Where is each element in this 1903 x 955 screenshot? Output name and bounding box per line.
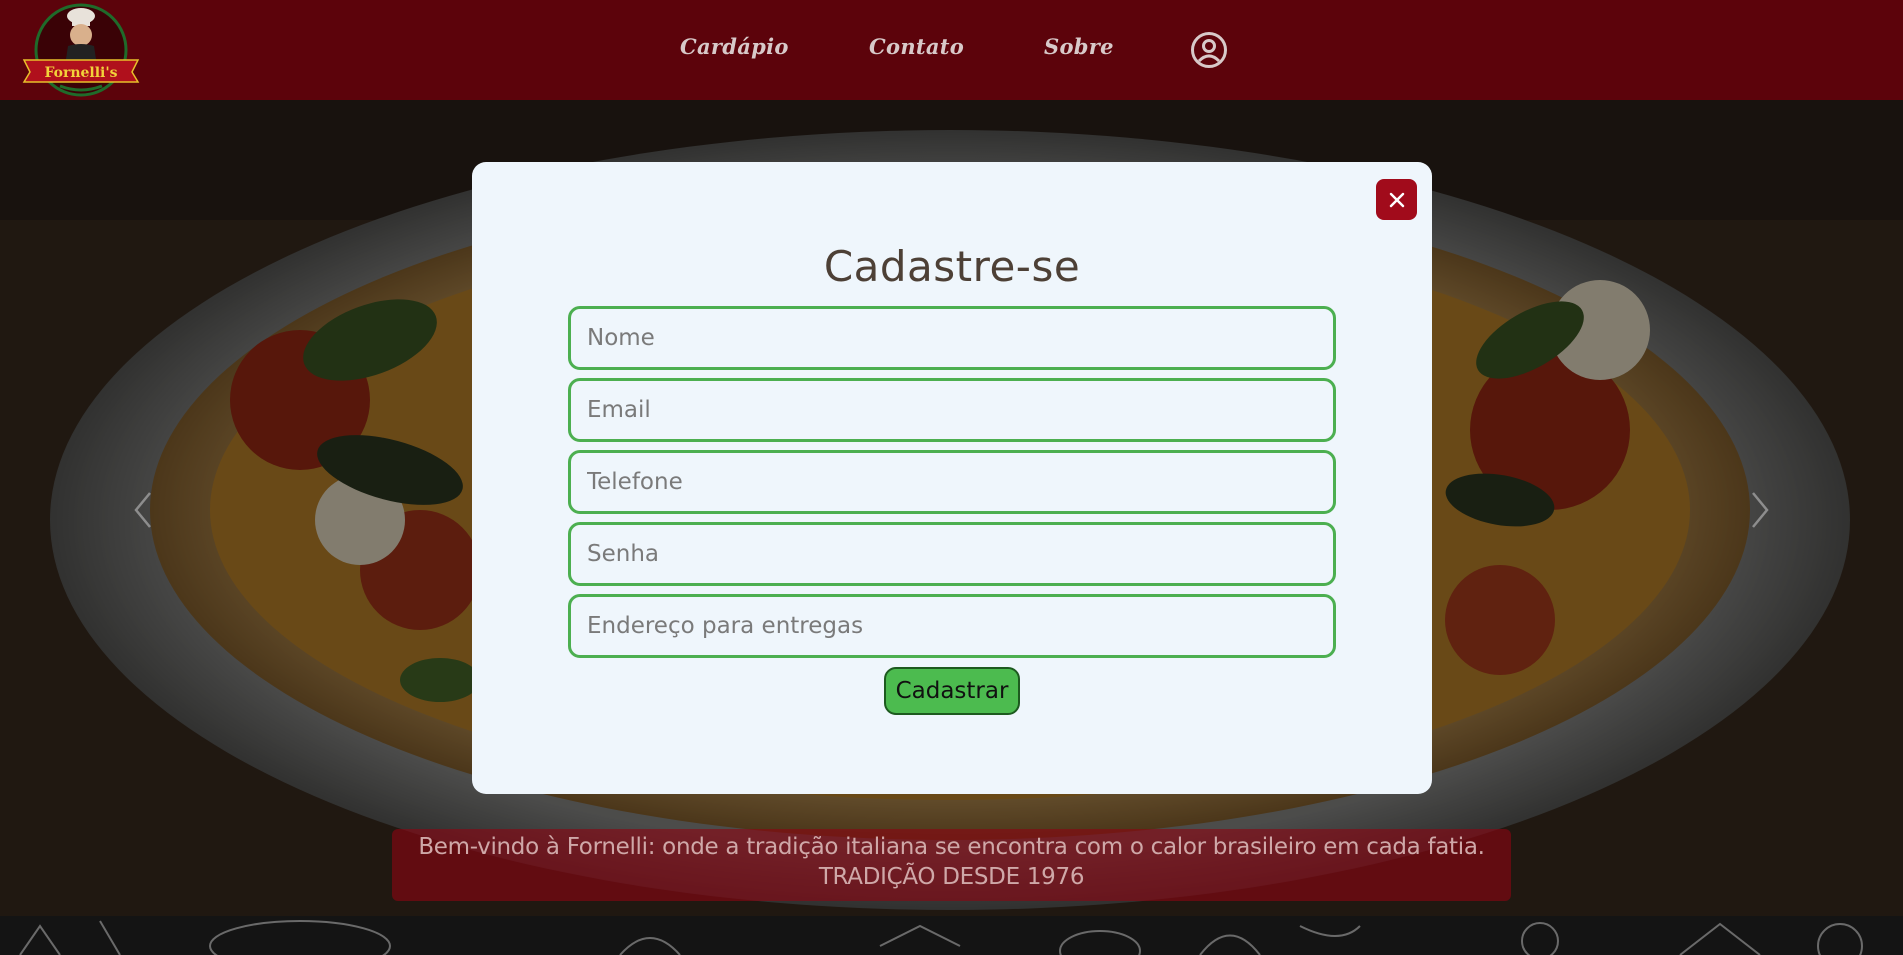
user-circle-icon[interactable] <box>1190 31 1228 69</box>
footer-pattern <box>0 916 1903 955</box>
main-nav: Cardápio Contato Sobre <box>0 0 1903 100</box>
hero-caption: Bem-vindo à Fornelli: onde a tradição it… <box>392 829 1511 901</box>
chevron-left-icon[interactable] <box>128 485 158 535</box>
close-button[interactable] <box>1376 179 1417 220</box>
close-icon <box>1389 192 1404 207</box>
nav-link-contato[interactable]: Contato <box>869 34 964 59</box>
signup-modal: Cadastre-se Cadastrar <box>472 162 1432 794</box>
nav-link-sobre[interactable]: Sobre <box>1044 34 1114 59</box>
chevron-right-icon[interactable] <box>1745 485 1775 535</box>
caption-welcome-text: Bem-vindo à Fornelli: onde a tradição it… <box>418 834 1485 860</box>
caption-tradition-text: TRADIÇÃO DESDE 1976 <box>818 864 1085 890</box>
senha-field[interactable] <box>568 522 1336 586</box>
cadastrar-button[interactable]: Cadastrar <box>884 667 1020 715</box>
nav-link-cardapio[interactable]: Cardápio <box>680 34 789 59</box>
telefone-field[interactable] <box>568 450 1336 514</box>
nome-field[interactable] <box>568 306 1336 370</box>
email-field[interactable] <box>568 378 1336 442</box>
site-header: Fornelli's Cardápio Contato Sobre <box>0 0 1903 100</box>
modal-title: Cadastre-se <box>823 242 1081 291</box>
endereco-field[interactable] <box>568 594 1336 658</box>
